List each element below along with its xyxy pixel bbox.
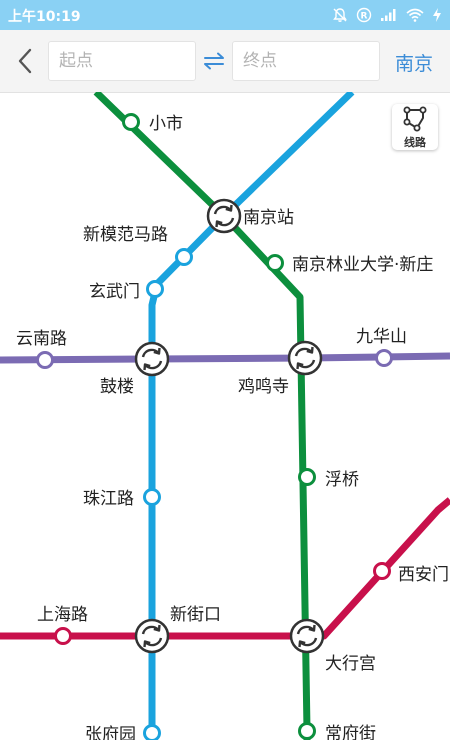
- metro-map[interactable]: 小市 南京站 新模范马路 南京林业大学·新庄 玄武门 云南路 鼓楼 鸡鸣寺 九华…: [0, 92, 450, 740]
- label-shanghailu: 上海路: [37, 605, 88, 625]
- route-search-bar: 南京: [0, 30, 450, 93]
- signal-icon: [381, 9, 396, 21]
- station-xuanwumen[interactable]: [146, 280, 164, 298]
- label-xinmofanmalu: 新模范马路: [83, 225, 168, 245]
- label-fuqiao: 浮桥: [325, 470, 359, 490]
- label-xuanwumen: 玄武门: [89, 282, 140, 302]
- label-yunnanlu: 云南路: [16, 329, 67, 349]
- station-zhujianglu[interactable]: [143, 488, 161, 506]
- status-time: 上午10:19: [8, 9, 81, 25]
- label-xinjiekou: 新街口: [170, 605, 221, 625]
- svg-text:R: R: [361, 12, 368, 22]
- label-xiaoshi: 小市: [149, 114, 183, 134]
- label-nanjing-station: 南京站: [243, 208, 294, 228]
- station-nanjing-forestry[interactable]: [266, 254, 284, 272]
- status-bar: 上午10:19 R: [0, 0, 450, 30]
- label-xi-anmen: 西安门: [398, 565, 449, 585]
- station-xiaoshi[interactable]: [122, 113, 140, 131]
- wifi-icon: [406, 8, 424, 22]
- label-daxinggong: 大行宫: [325, 654, 376, 674]
- station-xi-anmen[interactable]: [373, 562, 391, 580]
- registered-icon: R: [356, 7, 372, 23]
- mute-icon: [333, 8, 347, 22]
- label-zhujianglu: 珠江路: [83, 489, 134, 509]
- label-changfujie: 常府街: [325, 724, 376, 740]
- status-icons: R: [332, 6, 442, 24]
- station-yunnanlu[interactable]: [36, 351, 54, 369]
- swap-button[interactable]: [199, 46, 229, 76]
- end-station-input[interactable]: [232, 41, 380, 81]
- label-zhangfuyuan: 张府园: [85, 725, 136, 740]
- route-lines-icon: [403, 106, 427, 132]
- station-changfujie[interactable]: [298, 722, 316, 740]
- metro-line-green: [93, 92, 311, 740]
- station-shanghailu[interactable]: [54, 627, 72, 645]
- metro-map-canvas[interactable]: 小市 南京站 新模范马路 南京林业大学·新庄 玄武门 云南路 鼓楼 鸡鸣寺 九华…: [0, 92, 450, 740]
- label-nanjing-forestry: 南京林业大学·新庄: [292, 255, 433, 275]
- transfer-icon-nanjing-station[interactable]: [206, 198, 242, 234]
- line-button-label: 线路: [404, 136, 426, 149]
- transfer-icon-gulou[interactable]: [134, 341, 170, 377]
- station-jiuhuashan[interactable]: [375, 349, 393, 367]
- swap-arrows-icon: [204, 52, 224, 70]
- label-jiuhuashan: 九华山: [356, 327, 407, 347]
- transfer-icon-jimingsi[interactable]: [287, 340, 323, 376]
- station-zhangfuyuan[interactable]: [143, 724, 161, 740]
- city-selector[interactable]: 南京: [388, 49, 440, 76]
- label-jimingsi: 鸡鸣寺: [238, 377, 289, 397]
- station-xinmofanmalu[interactable]: [175, 248, 193, 266]
- back-button[interactable]: [8, 42, 42, 80]
- chevron-left-icon: [18, 48, 32, 74]
- station-fuqiao[interactable]: [298, 468, 316, 486]
- charging-icon: [433, 8, 441, 22]
- line-list-button[interactable]: 线路: [392, 104, 438, 150]
- transfer-icon-xinjiekou[interactable]: [134, 618, 170, 654]
- label-gulou: 鼓楼: [100, 377, 134, 397]
- start-station-input[interactable]: [48, 41, 196, 81]
- transfer-icon-daxinggong[interactable]: [289, 618, 325, 654]
